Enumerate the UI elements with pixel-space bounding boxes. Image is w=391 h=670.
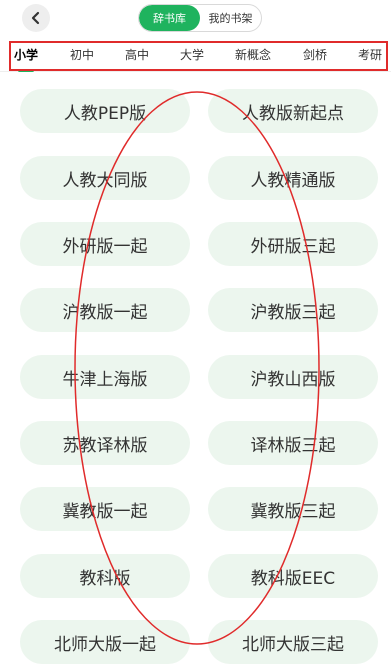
book-item[interactable]: 人教精通版 (208, 156, 378, 200)
book-item[interactable]: 人教PEP版 (20, 89, 190, 133)
book-item[interactable]: 外研版三起 (208, 222, 378, 266)
book-item[interactable]: 北师大版一起 (20, 620, 190, 664)
book-item[interactable]: 北师大版三起 (208, 620, 378, 664)
book-item[interactable]: 沪教版一起 (20, 288, 190, 332)
book-item[interactable]: 译林版三起 (208, 421, 378, 465)
segment-my-bookshelf[interactable]: 我的书架 (200, 5, 261, 31)
book-item[interactable]: 人教大同版 (20, 156, 190, 200)
tab-cambridge[interactable]: 剑桥 (303, 46, 327, 63)
level-tab-bar: 小学 初中 高中 大学 新概念 剑桥 考研 (0, 38, 391, 72)
tab-university[interactable]: 大学 (180, 46, 204, 63)
book-item[interactable]: 沪教山西版 (208, 355, 378, 399)
back-button[interactable] (22, 4, 50, 32)
library-switcher: 辞书库 我的书架 (138, 4, 262, 32)
tab-senior-high[interactable]: 高中 (125, 46, 149, 63)
segment-dictionary-library[interactable]: 辞书库 (139, 5, 200, 31)
book-list: 人教PEP版 人教版新起点 人教大同版 人教精通版 外研版一起 外研版三起 沪教… (0, 72, 391, 670)
chevron-left-icon (31, 11, 40, 25)
book-item[interactable]: 教科版 (20, 554, 190, 598)
book-item[interactable]: 外研版一起 (20, 222, 190, 266)
top-bar: 辞书库 我的书架 (0, 0, 391, 38)
book-item[interactable]: 冀教版一起 (20, 487, 190, 531)
book-item[interactable]: 人教版新起点 (208, 89, 378, 133)
tab-new-concept[interactable]: 新概念 (235, 46, 271, 63)
book-item[interactable]: 冀教版三起 (208, 487, 378, 531)
tab-junior-high[interactable]: 初中 (70, 46, 94, 63)
book-item[interactable]: 牛津上海版 (20, 355, 190, 399)
tab-postgraduate[interactable]: 考研 (358, 46, 382, 63)
tab-primary-school[interactable]: 小学 (14, 46, 38, 63)
book-item[interactable]: 沪教版三起 (208, 288, 378, 332)
book-item[interactable]: 教科版EEC (208, 554, 378, 598)
book-item[interactable]: 苏教译林版 (20, 421, 190, 465)
